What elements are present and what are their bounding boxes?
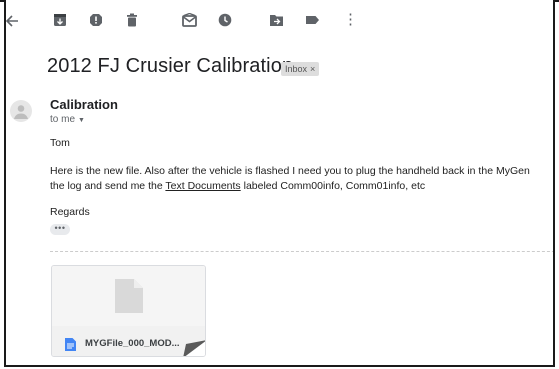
report-spam-icon[interactable] bbox=[89, 13, 105, 29]
body-line-2-start: the log and send me the bbox=[50, 180, 166, 192]
recipient-text: to me bbox=[50, 114, 76, 125]
email-subject: 2012 FJ Crusier Calibration bbox=[47, 55, 294, 77]
signoff-text: Regards bbox=[50, 206, 90, 218]
body-line-2: the log and send me the Text Documents l… bbox=[50, 180, 425, 192]
greeting-text: Tom bbox=[50, 137, 70, 149]
recipient-details[interactable]: to me ▼ bbox=[50, 114, 85, 125]
document-icon bbox=[65, 338, 76, 356]
chevron-down-icon[interactable]: ▼ bbox=[78, 117, 85, 124]
page-curl-icon bbox=[183, 340, 205, 356]
move-to-icon[interactable] bbox=[269, 13, 285, 29]
body-line-1: Here is the new file. Also after the veh… bbox=[50, 165, 530, 177]
snooze-icon[interactable] bbox=[218, 13, 234, 29]
attachment-info-bar: MYGFile_000_MOD... bbox=[52, 326, 205, 356]
back-arrow-icon[interactable] bbox=[6, 13, 20, 29]
delete-icon[interactable] bbox=[125, 13, 141, 29]
remove-label-icon[interactable]: × bbox=[310, 64, 315, 74]
sender-avatar bbox=[10, 100, 32, 122]
mark-unread-icon[interactable] bbox=[182, 13, 198, 29]
attachment-divider bbox=[50, 251, 553, 252]
document-preview-icon bbox=[115, 279, 143, 318]
more-vert-icon[interactable]: ⋮ bbox=[343, 12, 359, 28]
archive-icon[interactable] bbox=[53, 13, 69, 29]
attachment-card[interactable]: MYGFile_000_MOD... bbox=[51, 265, 206, 357]
attachment-filename: MYGFile_000_MOD... bbox=[85, 338, 180, 349]
show-trimmed-content-button[interactable]: ••• bbox=[50, 224, 70, 235]
sender-name: Calibration bbox=[50, 97, 118, 112]
attachment-preview bbox=[52, 266, 205, 326]
body-line-2-end: labeled Comm00info, Comm01info, etc bbox=[240, 180, 426, 192]
inbox-label-text: Inbox bbox=[285, 64, 308, 74]
inbox-label-chip[interactable]: Inbox × bbox=[281, 62, 320, 76]
email-view: ⋮ 2012 FJ Crusier Calibration Inbox × Cal… bbox=[4, 0, 555, 367]
label-icon[interactable] bbox=[305, 13, 321, 29]
text-documents-link[interactable]: Text Documents bbox=[165, 180, 240, 192]
